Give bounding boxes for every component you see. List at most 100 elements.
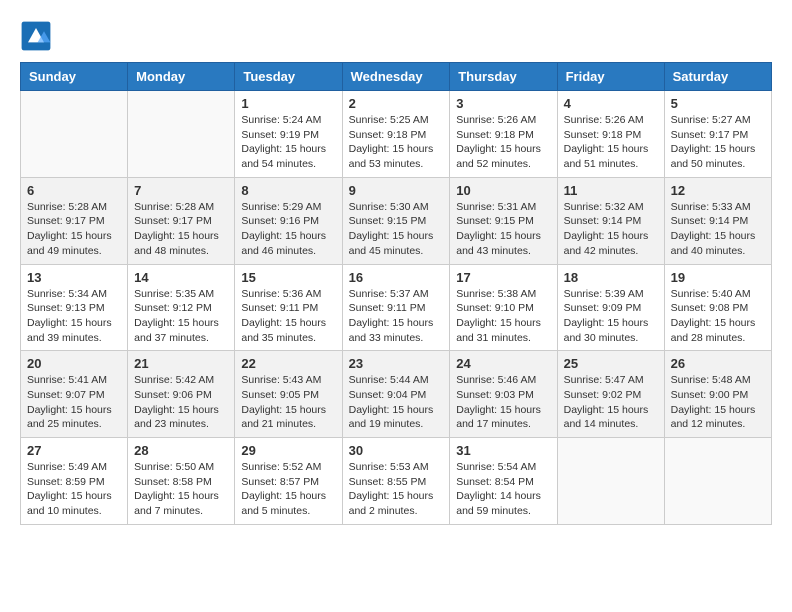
calendar-cell: 11 Sunrise: 5:32 AMSunset: 9:14 PMDayligh… xyxy=(557,177,664,264)
calendar-cell: 2 Sunrise: 5:25 AMSunset: 9:18 PMDaylight… xyxy=(342,91,450,178)
calendar-cell: 22 Sunrise: 5:43 AMSunset: 9:05 PMDayligh… xyxy=(235,351,342,438)
day-info: Sunrise: 5:46 AMSunset: 9:03 PMDaylight:… xyxy=(456,373,550,432)
day-number: 9 xyxy=(349,183,444,198)
day-number: 24 xyxy=(456,356,550,371)
calendar-cell: 10 Sunrise: 5:31 AMSunset: 9:15 PMDayligh… xyxy=(450,177,557,264)
day-info: Sunrise: 5:42 AMSunset: 9:06 PMDaylight:… xyxy=(134,373,228,432)
calendar-week-row: 6 Sunrise: 5:28 AMSunset: 9:17 PMDaylight… xyxy=(21,177,772,264)
day-number: 5 xyxy=(671,96,765,111)
day-info: Sunrise: 5:44 AMSunset: 9:04 PMDaylight:… xyxy=(349,373,444,432)
day-info: Sunrise: 5:24 AMSunset: 9:19 PMDaylight:… xyxy=(241,113,335,172)
day-info: Sunrise: 5:54 AMSunset: 8:54 PMDaylight:… xyxy=(456,460,550,519)
calendar-cell xyxy=(128,91,235,178)
day-number: 3 xyxy=(456,96,550,111)
day-info: Sunrise: 5:31 AMSunset: 9:15 PMDaylight:… xyxy=(456,200,550,259)
day-number: 11 xyxy=(564,183,658,198)
day-info: Sunrise: 5:48 AMSunset: 9:00 PMDaylight:… xyxy=(671,373,765,432)
calendar-cell: 24 Sunrise: 5:46 AMSunset: 9:03 PMDayligh… xyxy=(450,351,557,438)
calendar-cell xyxy=(664,438,771,525)
day-number: 22 xyxy=(241,356,335,371)
calendar-cell: 8 Sunrise: 5:29 AMSunset: 9:16 PMDaylight… xyxy=(235,177,342,264)
day-number: 27 xyxy=(27,443,121,458)
weekday-header-thursday: Thursday xyxy=(450,63,557,91)
day-info: Sunrise: 5:34 AMSunset: 9:13 PMDaylight:… xyxy=(27,287,121,346)
calendar-cell: 31 Sunrise: 5:54 AMSunset: 8:54 PMDayligh… xyxy=(450,438,557,525)
calendar-week-row: 1 Sunrise: 5:24 AMSunset: 9:19 PMDaylight… xyxy=(21,91,772,178)
day-info: Sunrise: 5:39 AMSunset: 9:09 PMDaylight:… xyxy=(564,287,658,346)
calendar-cell: 12Sunrise: 5:33 AMSunset: 9:14 PMDayligh… xyxy=(664,177,771,264)
day-info: Sunrise: 5:25 AMSunset: 9:18 PMDaylight:… xyxy=(349,113,444,172)
day-number: 28 xyxy=(134,443,228,458)
calendar-cell: 3 Sunrise: 5:26 AMSunset: 9:18 PMDaylight… xyxy=(450,91,557,178)
day-number: 21 xyxy=(134,356,228,371)
day-number: 13 xyxy=(27,270,121,285)
calendar-cell: 19Sunrise: 5:40 AMSunset: 9:08 PMDayligh… xyxy=(664,264,771,351)
day-info: Sunrise: 5:28 AMSunset: 9:17 PMDaylight:… xyxy=(27,200,121,259)
day-info: Sunrise: 5:49 AMSunset: 8:59 PMDaylight:… xyxy=(27,460,121,519)
day-number: 8 xyxy=(241,183,335,198)
weekday-header-wednesday: Wednesday xyxy=(342,63,450,91)
weekday-header-tuesday: Tuesday xyxy=(235,63,342,91)
calendar-cell: 18 Sunrise: 5:39 AMSunset: 9:09 PMDayligh… xyxy=(557,264,664,351)
calendar-cell: 16Sunrise: 5:37 AMSunset: 9:11 PMDayligh… xyxy=(342,264,450,351)
day-number: 7 xyxy=(134,183,228,198)
day-number: 29 xyxy=(241,443,335,458)
day-number: 2 xyxy=(349,96,444,111)
calendar-cell xyxy=(21,91,128,178)
calendar-cell: 6 Sunrise: 5:28 AMSunset: 9:17 PMDaylight… xyxy=(21,177,128,264)
day-info: Sunrise: 5:26 AMSunset: 9:18 PMDaylight:… xyxy=(564,113,658,172)
day-info: Sunrise: 5:35 AMSunset: 9:12 PMDaylight:… xyxy=(134,287,228,346)
calendar-week-row: 13 Sunrise: 5:34 AMSunset: 9:13 PMDayligh… xyxy=(21,264,772,351)
day-number: 4 xyxy=(564,96,658,111)
day-number: 1 xyxy=(241,96,335,111)
day-info: Sunrise: 5:36 AMSunset: 9:11 PMDaylight:… xyxy=(241,287,335,346)
calendar-cell: 29 Sunrise: 5:52 AMSunset: 8:57 PMDayligh… xyxy=(235,438,342,525)
day-number: 25 xyxy=(564,356,658,371)
calendar-cell: 14Sunrise: 5:35 AMSunset: 9:12 PMDayligh… xyxy=(128,264,235,351)
day-info: Sunrise: 5:30 AMSunset: 9:15 PMDaylight:… xyxy=(349,200,444,259)
day-number: 23 xyxy=(349,356,444,371)
day-number: 6 xyxy=(27,183,121,198)
calendar-cell: 21 Sunrise: 5:42 AMSunset: 9:06 PMDayligh… xyxy=(128,351,235,438)
day-number: 20 xyxy=(27,356,121,371)
calendar-week-row: 20 Sunrise: 5:41 AMSunset: 9:07 PMDayligh… xyxy=(21,351,772,438)
day-number: 10 xyxy=(456,183,550,198)
day-info: Sunrise: 5:40 AMSunset: 9:08 PMDaylight:… xyxy=(671,287,765,346)
logo-icon xyxy=(20,20,52,52)
calendar-week-row: 27 Sunrise: 5:49 AMSunset: 8:59 PMDayligh… xyxy=(21,438,772,525)
day-info: Sunrise: 5:33 AMSunset: 9:14 PMDaylight:… xyxy=(671,200,765,259)
calendar-cell: 9 Sunrise: 5:30 AMSunset: 9:15 PMDaylight… xyxy=(342,177,450,264)
day-info: Sunrise: 5:26 AMSunset: 9:18 PMDaylight:… xyxy=(456,113,550,172)
calendar-cell: 26 Sunrise: 5:48 AMSunset: 9:00 PMDayligh… xyxy=(664,351,771,438)
day-number: 31 xyxy=(456,443,550,458)
day-info: Sunrise: 5:53 AMSunset: 8:55 PMDaylight:… xyxy=(349,460,444,519)
weekday-header-sunday: Sunday xyxy=(21,63,128,91)
weekday-header-monday: Monday xyxy=(128,63,235,91)
day-info: Sunrise: 5:47 AMSunset: 9:02 PMDaylight:… xyxy=(564,373,658,432)
calendar-cell: 13 Sunrise: 5:34 AMSunset: 9:13 PMDayligh… xyxy=(21,264,128,351)
calendar-cell: 1 Sunrise: 5:24 AMSunset: 9:19 PMDaylight… xyxy=(235,91,342,178)
day-info: Sunrise: 5:32 AMSunset: 9:14 PMDaylight:… xyxy=(564,200,658,259)
calendar-cell: 17Sunrise: 5:38 AMSunset: 9:10 PMDayligh… xyxy=(450,264,557,351)
calendar-cell: 23 Sunrise: 5:44 AMSunset: 9:04 PMDayligh… xyxy=(342,351,450,438)
day-info: Sunrise: 5:41 AMSunset: 9:07 PMDaylight:… xyxy=(27,373,121,432)
calendar-cell: 7 Sunrise: 5:28 AMSunset: 9:17 PMDaylight… xyxy=(128,177,235,264)
calendar-table: SundayMondayTuesdayWednesdayThursdayFrid… xyxy=(20,62,772,525)
weekday-header-friday: Friday xyxy=(557,63,664,91)
day-info: Sunrise: 5:29 AMSunset: 9:16 PMDaylight:… xyxy=(241,200,335,259)
day-info: Sunrise: 5:43 AMSunset: 9:05 PMDaylight:… xyxy=(241,373,335,432)
day-info: Sunrise: 5:28 AMSunset: 9:17 PMDaylight:… xyxy=(134,200,228,259)
calendar-cell: 28Sunrise: 5:50 AMSunset: 8:58 PMDayligh… xyxy=(128,438,235,525)
weekday-header-row: SundayMondayTuesdayWednesdayThursdayFrid… xyxy=(21,63,772,91)
day-number: 30 xyxy=(349,443,444,458)
weekday-header-saturday: Saturday xyxy=(664,63,771,91)
day-number: 17 xyxy=(456,270,550,285)
day-info: Sunrise: 5:37 AMSunset: 9:11 PMDaylight:… xyxy=(349,287,444,346)
day-number: 26 xyxy=(671,356,765,371)
calendar-cell: 30 Sunrise: 5:53 AMSunset: 8:55 PMDayligh… xyxy=(342,438,450,525)
day-info: Sunrise: 5:52 AMSunset: 8:57 PMDaylight:… xyxy=(241,460,335,519)
day-number: 18 xyxy=(564,270,658,285)
day-number: 15 xyxy=(241,270,335,285)
calendar-cell: 15 Sunrise: 5:36 AMSunset: 9:11 PMDayligh… xyxy=(235,264,342,351)
calendar-cell: 20 Sunrise: 5:41 AMSunset: 9:07 PMDayligh… xyxy=(21,351,128,438)
